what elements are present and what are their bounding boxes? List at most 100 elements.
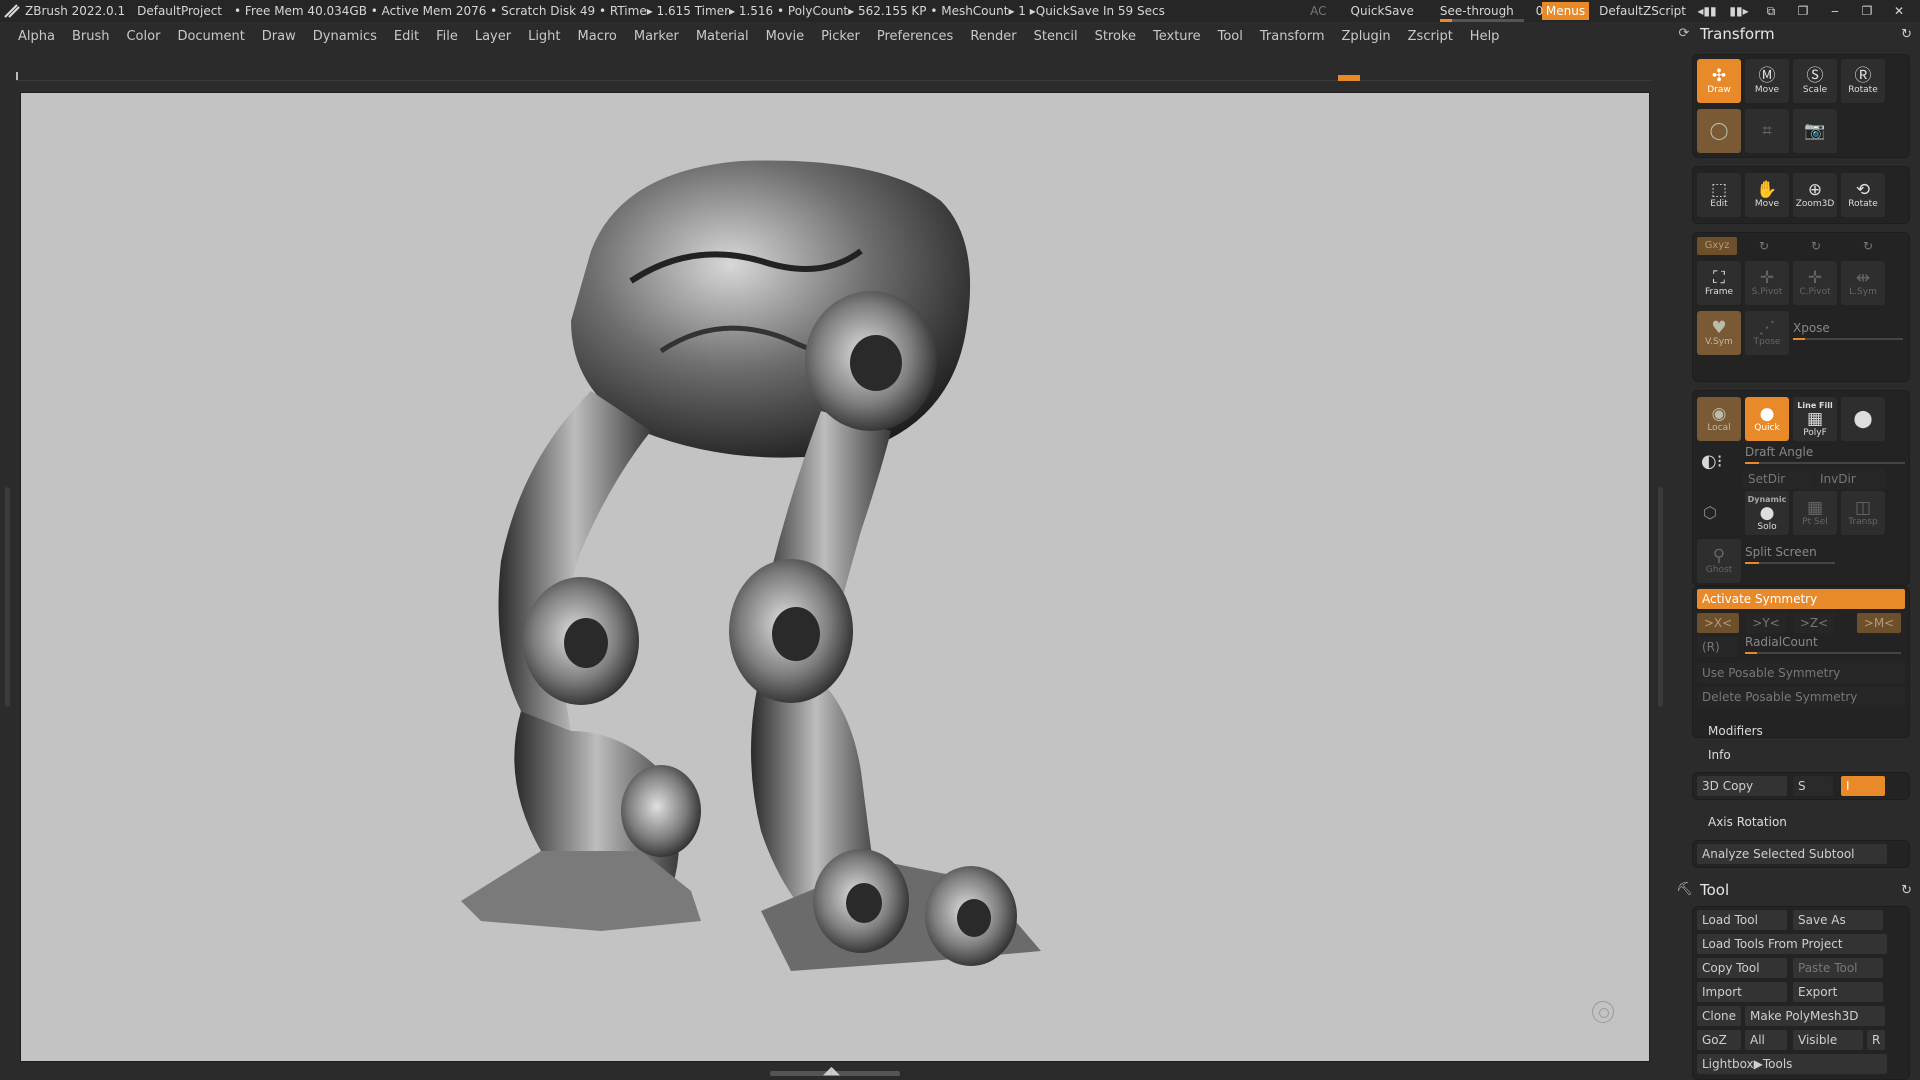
menu-marker[interactable]: Marker: [634, 29, 679, 44]
load-tools-from-project-button[interactable]: Load Tools From Project: [1697, 934, 1887, 954]
menu-dynamics[interactable]: Dynamics: [313, 29, 377, 44]
lightbox-tools-button[interactable]: Lightbox▶Tools: [1697, 1054, 1887, 1074]
info-subpalette[interactable]: Info: [1708, 748, 1731, 762]
menu-tool[interactable]: Tool: [1218, 29, 1243, 44]
menu-draw[interactable]: Draw: [262, 29, 296, 44]
edit-button[interactable]: ⬚ Edit: [1697, 173, 1741, 217]
default-zscript-button[interactable]: DefaultZScript: [1599, 4, 1686, 18]
goz-all-button[interactable]: All: [1745, 1030, 1787, 1050]
rotate-view-button[interactable]: ⟲ Rotate: [1841, 173, 1885, 217]
transform-header[interactable]: ⟳ Transform ↻: [1676, 22, 1912, 46]
ghost-button[interactable]: ⚲ Ghost: [1697, 539, 1741, 583]
cpivot-button[interactable]: ✛ C.Pivot: [1793, 261, 1837, 305]
move-view-button[interactable]: ✋ Move: [1745, 173, 1789, 217]
menu-render[interactable]: Render: [970, 29, 1016, 44]
move-button[interactable]: Ⓜ Move: [1745, 59, 1789, 103]
copy3d-button[interactable]: 3D Copy: [1697, 776, 1787, 796]
local-button[interactable]: ◉ Local: [1697, 397, 1741, 441]
ac-indicator[interactable]: AC: [1310, 4, 1326, 18]
menu-picker[interactable]: Picker: [821, 29, 860, 44]
lsym-button[interactable]: ⇹ L.Sym: [1841, 261, 1885, 305]
menu-zscript[interactable]: Zscript: [1408, 29, 1453, 44]
snapshot-button[interactable]: 📷: [1793, 109, 1837, 153]
layout2-icon[interactable]: ▮▮▸: [1728, 4, 1750, 18]
goz-r-button[interactable]: R: [1867, 1030, 1885, 1050]
frame-button[interactable]: ⛶ Frame: [1697, 261, 1741, 305]
copy-tool-button[interactable]: Copy Tool: [1697, 958, 1787, 978]
box-icon[interactable]: ⬡: [1703, 503, 1717, 522]
draft-angle-slider[interactable]: Draft Angle: [1745, 445, 1905, 465]
menus-toggle[interactable]: Menus: [1541, 2, 1590, 20]
transp-button[interactable]: ◫ Transp: [1841, 491, 1885, 535]
xpose-slider[interactable]: Xpose: [1793, 321, 1903, 341]
z-axis-icon[interactable]: ↻: [1811, 239, 1821, 253]
tpose-button[interactable]: ⋰ Tpose: [1745, 311, 1789, 355]
zoom3d-button[interactable]: ⊕ Zoom3D: [1793, 173, 1837, 217]
spivot-button[interactable]: ✛ S.Pivot: [1745, 261, 1789, 305]
radial-r-button[interactable]: (R): [1697, 637, 1737, 657]
copy3d-i-button[interactable]: I: [1841, 776, 1885, 796]
close-icon[interactable]: ✕: [1888, 4, 1910, 18]
sym-m-button[interactable]: >M<: [1857, 613, 1901, 633]
menu-brush[interactable]: Brush: [72, 29, 110, 44]
import-button[interactable]: Import: [1697, 982, 1787, 1002]
draw-button[interactable]: ✣ Draw: [1697, 59, 1741, 103]
split-screen-slider[interactable]: Split Screen: [1745, 545, 1835, 565]
window-copy-icon[interactable]: ❐: [1792, 4, 1814, 18]
make-polymesh3d-button[interactable]: Make PolyMesh3D: [1745, 1006, 1885, 1026]
menu-transform[interactable]: Transform: [1260, 29, 1325, 44]
export-button[interactable]: Export: [1793, 982, 1883, 1002]
tool-header[interactable]: ⛏ Tool ↻: [1676, 878, 1912, 902]
save-as-button[interactable]: Save As: [1793, 910, 1883, 930]
clone-button[interactable]: Clone: [1697, 1006, 1741, 1026]
material-sphere-button[interactable]: ⬤: [1841, 397, 1885, 441]
xyz-button[interactable]: Gxyz: [1697, 237, 1737, 255]
quick-button[interactable]: ● Quick: [1745, 397, 1789, 441]
reset-icon[interactable]: ↻: [1901, 27, 1912, 42]
activate-symmetry-button[interactable]: Activate Symmetry: [1697, 589, 1905, 609]
layout-icon[interactable]: ◂▮▮: [1696, 4, 1718, 18]
menu-light[interactable]: Light: [528, 29, 560, 44]
menu-macro[interactable]: Macro: [578, 29, 617, 44]
document-canvas[interactable]: [20, 92, 1650, 1062]
sym-z-button[interactable]: >Z<: [1793, 613, 1835, 633]
menu-color[interactable]: Color: [126, 29, 160, 44]
sym-y-button[interactable]: >Y<: [1745, 613, 1787, 633]
menu-stencil[interactable]: Stencil: [1034, 29, 1078, 44]
analyze-selected-subtool-button[interactable]: Analyze Selected Subtool: [1697, 844, 1887, 864]
menu-alpha[interactable]: Alpha: [18, 29, 55, 44]
minimize-icon[interactable]: ‒: [1824, 4, 1846, 18]
setdir-button[interactable]: SetDir: [1743, 469, 1813, 489]
gizmo-button[interactable]: ◯: [1697, 109, 1741, 153]
ptsel-button[interactable]: ▦ Pt Sel: [1793, 491, 1837, 535]
rotate-button[interactable]: Ⓡ Rotate: [1841, 59, 1885, 103]
solo-button[interactable]: Dynamic ● Solo: [1745, 491, 1789, 535]
y-axis-icon[interactable]: ↻: [1759, 239, 1769, 253]
menu-file[interactable]: File: [436, 29, 458, 44]
paste-tool-button[interactable]: Paste Tool: [1793, 958, 1883, 978]
sym-x-button[interactable]: >X<: [1697, 613, 1739, 633]
x-axis-icon[interactable]: ↻: [1863, 239, 1873, 253]
goz-visible-button[interactable]: Visible: [1793, 1030, 1863, 1050]
copy3d-s-button[interactable]: S: [1793, 776, 1833, 796]
menu-material[interactable]: Material: [696, 29, 749, 44]
polyf-button[interactable]: Line Fill ▦ PolyF: [1793, 397, 1837, 441]
menu-texture[interactable]: Texture: [1153, 29, 1201, 44]
use-posable-symmetry-button[interactable]: Use Posable Symmetry: [1697, 663, 1905, 683]
menu-zplugin[interactable]: Zplugin: [1342, 29, 1391, 44]
collapse-arrows-icon[interactable]: ◢◣: [823, 1064, 840, 1077]
menu-edit[interactable]: Edit: [394, 29, 419, 44]
radialcount-slider[interactable]: RadialCount: [1745, 635, 1901, 655]
shelf-marker[interactable]: [1338, 75, 1360, 81]
menu-stroke[interactable]: Stroke: [1095, 29, 1136, 44]
menu-movie[interactable]: Movie: [766, 29, 804, 44]
edit-opacity-button[interactable]: ⌗: [1745, 109, 1789, 153]
modifiers-subpalette[interactable]: Modifiers: [1708, 724, 1763, 738]
goz-button[interactable]: GoZ: [1697, 1030, 1741, 1050]
window-swap-icon[interactable]: ⧉: [1760, 4, 1782, 19]
scale-button[interactable]: Ⓢ Scale: [1793, 59, 1837, 103]
menu-document[interactable]: Document: [177, 29, 244, 44]
robot-model[interactable]: [461, 131, 1221, 1051]
delete-posable-symmetry-button[interactable]: Delete Posable Symmetry: [1697, 687, 1905, 707]
load-tool-button[interactable]: Load Tool: [1697, 910, 1787, 930]
